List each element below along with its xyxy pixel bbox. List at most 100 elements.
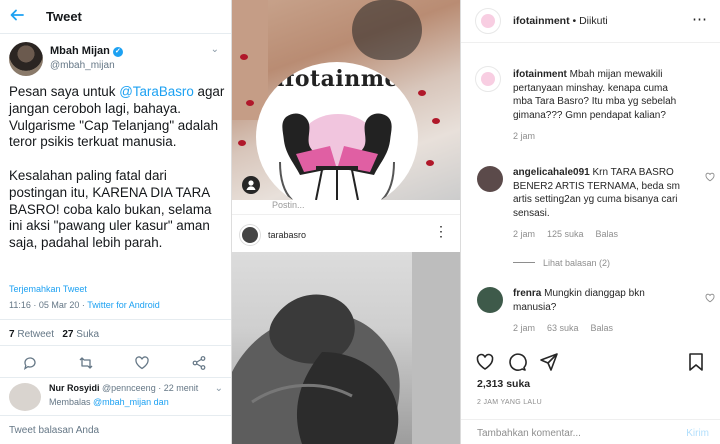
- view-replies-dash: [513, 262, 535, 263]
- like-heart-icon[interactable]: [134, 355, 150, 371]
- comment-likes[interactable]: 63 suka: [547, 323, 579, 333]
- account-row: ifotainment • Diikuti: [513, 15, 608, 27]
- divider: [0, 345, 231, 346]
- add-comment-input[interactable]: Tambahkan komentar...: [477, 428, 581, 439]
- reply-author-name[interactable]: Nur Rosyidi: [49, 383, 100, 393]
- commenter-username[interactable]: angelicahale091: [513, 167, 590, 178]
- tweet-paragraph-1: Pesan saya untuk @TaraBasro agar jangan …: [9, 84, 225, 151]
- replying-to-handles[interactable]: @mbah_mijan dan: [93, 397, 169, 407]
- tweet-header: Tweet: [0, 0, 231, 34]
- petal-decoration: [246, 100, 254, 106]
- post-photo[interactable]: [232, 252, 460, 444]
- comment-text-block: frenra Mungkin dianggap bkn manusia? 2 j…: [513, 287, 683, 336]
- account-avatar[interactable]: [475, 8, 501, 34]
- reply-compose-input[interactable]: Tweet balasan Anda: [0, 415, 231, 444]
- chevron-down-icon[interactable]: ⌄: [211, 44, 219, 55]
- likes-label: Suka: [73, 329, 100, 340]
- author-handle[interactable]: @mbah_mijan: [50, 60, 115, 71]
- retweet-icon[interactable]: [78, 355, 94, 371]
- caption-avatar[interactable]: [475, 66, 501, 92]
- divider: [0, 319, 231, 320]
- comment-meta: 2 jam 125 suka Balas: [513, 228, 683, 242]
- more-options-icon[interactable]: ⋯: [692, 10, 707, 28]
- logo-text: ifotainment: [276, 66, 418, 92]
- reply-button[interactable]: Balas: [596, 229, 619, 239]
- back-arrow-icon[interactable]: [10, 7, 36, 27]
- reply-button[interactable]: Balas: [591, 323, 614, 333]
- post-username[interactable]: tarabasro: [268, 230, 306, 240]
- petal-decoration: [240, 54, 248, 60]
- comment-icon[interactable]: [507, 352, 527, 372]
- reply-avatar[interactable]: [9, 383, 41, 411]
- post-header: tarabasro ⋮: [232, 218, 460, 252]
- chevron-down-icon[interactable]: ⌄: [215, 383, 223, 394]
- reply-tweet[interactable]: Nur Rosyidi @pennceeng · 22 menit Membal…: [9, 381, 223, 411]
- caption-text-block: ifotainment Mbah mijan mewakili pertanya…: [513, 68, 683, 144]
- follow-status: • Diikuti: [569, 15, 608, 27]
- post-comment-button[interactable]: Kirim: [686, 428, 709, 439]
- caption-time: 2 jam: [513, 131, 536, 142]
- commenter-username[interactable]: frenra: [513, 288, 541, 299]
- bookmark-icon[interactable]: [686, 352, 706, 372]
- post-actions: [475, 352, 706, 374]
- tweet-meta: 11:16 · 05 Mar 20 · Twitter for Android: [9, 300, 160, 310]
- petal-decoration: [432, 118, 440, 124]
- commenter-avatar[interactable]: [477, 287, 503, 313]
- reply-author-meta: @pennceeng · 22 menit: [99, 383, 199, 393]
- petal-decoration: [426, 160, 434, 166]
- author-name-row: Mbah Mijan ✓: [50, 45, 123, 57]
- comment-like-heart-icon[interactable]: [705, 293, 715, 303]
- translate-tweet-link[interactable]: Terjemahkan Tweet: [9, 284, 87, 294]
- post-header: ifotainment • Diikuti ⋯: [461, 0, 720, 43]
- tweet-text: Pesan saya untuk @TaraBasro agar jangan …: [9, 84, 225, 269]
- comment-time: 2 jam: [513, 323, 536, 334]
- tweet-stats: 7 Retweet 27 Suka: [9, 329, 99, 340]
- petal-decoration: [238, 140, 246, 146]
- caption-username[interactable]: ifotainment: [513, 69, 567, 80]
- more-options-icon[interactable]: ⋮: [434, 224, 448, 238]
- comment-time: 2 jam: [513, 229, 536, 240]
- mention-link[interactable]: @TaraBasro: [119, 84, 194, 99]
- comment-like-heart-icon[interactable]: [705, 172, 715, 182]
- tweet-author[interactable]: Mbah Mijan ✓ @mbah_mijan ⌄: [9, 42, 223, 78]
- verified-badge-icon: ✓: [112, 47, 123, 57]
- photo-shading: [352, 0, 422, 60]
- replying-to: Membalas @mbah_mijan dan: [49, 397, 169, 407]
- likes-count-link[interactable]: 27 Suka: [62, 329, 99, 340]
- divider: [0, 377, 231, 378]
- tweet-timestamp: 11:16 · 05 Mar 20 ·: [9, 300, 88, 310]
- add-comment-bar: Tambahkan komentar... Kirim: [461, 419, 720, 444]
- share-icon[interactable]: [539, 352, 559, 372]
- reply-icon[interactable]: [22, 355, 38, 371]
- view-replies-link[interactable]: Lihat balasan (2): [513, 258, 610, 268]
- retweet-count-link[interactable]: 7 Retweet: [9, 329, 54, 340]
- commenter-avatar[interactable]: [477, 166, 503, 192]
- posted-time: 2 JAM YANG LALU: [477, 399, 542, 406]
- author-avatar[interactable]: [9, 42, 43, 76]
- caption-meta: 2 jam: [513, 130, 683, 144]
- retweet-label: Retweet: [14, 329, 55, 340]
- tweet-text-part: Pesan saya untuk: [9, 84, 120, 99]
- cut-off-header-text: Postin...: [232, 200, 460, 215]
- replying-to-prefix: Membalas: [49, 397, 94, 407]
- comment-meta: 2 jam 63 suka Balas: [513, 322, 683, 336]
- reply-author-row: Nur Rosyidi @pennceeng · 22 menit: [49, 383, 198, 393]
- likes-total[interactable]: 2,313 suka: [477, 378, 530, 390]
- twitter-tweet-panel: Tweet Mbah Mijan ✓ @mbah_mijan ⌄ Pesan sa…: [0, 0, 232, 444]
- view-replies-label: Lihat balasan (2): [543, 258, 611, 268]
- petal-decoration: [418, 90, 426, 96]
- instagram-image-panel: ifotainment Postin... tarabasro ⋮: [232, 0, 460, 444]
- tweet-source-link[interactable]: Twitter for Android: [87, 300, 160, 310]
- account-name[interactable]: ifotainment: [513, 15, 570, 27]
- comment-text-block: angelicahale091 Krn TARA BASRO BENER2 AR…: [513, 166, 683, 242]
- author-name[interactable]: Mbah Mijan: [50, 45, 110, 57]
- instagram-post-card: Postin... tarabasro ⋮: [232, 200, 460, 444]
- post-avatar[interactable]: [240, 225, 260, 245]
- likes-count: 27: [62, 329, 74, 340]
- share-icon[interactable]: [191, 355, 207, 371]
- tweet-header-title: Tweet: [46, 9, 82, 24]
- post-photo-graphic: [232, 252, 460, 444]
- like-heart-icon[interactable]: [475, 352, 495, 372]
- comment-likes[interactable]: 125 suka: [547, 229, 584, 239]
- user-tag-icon[interactable]: [242, 176, 260, 194]
